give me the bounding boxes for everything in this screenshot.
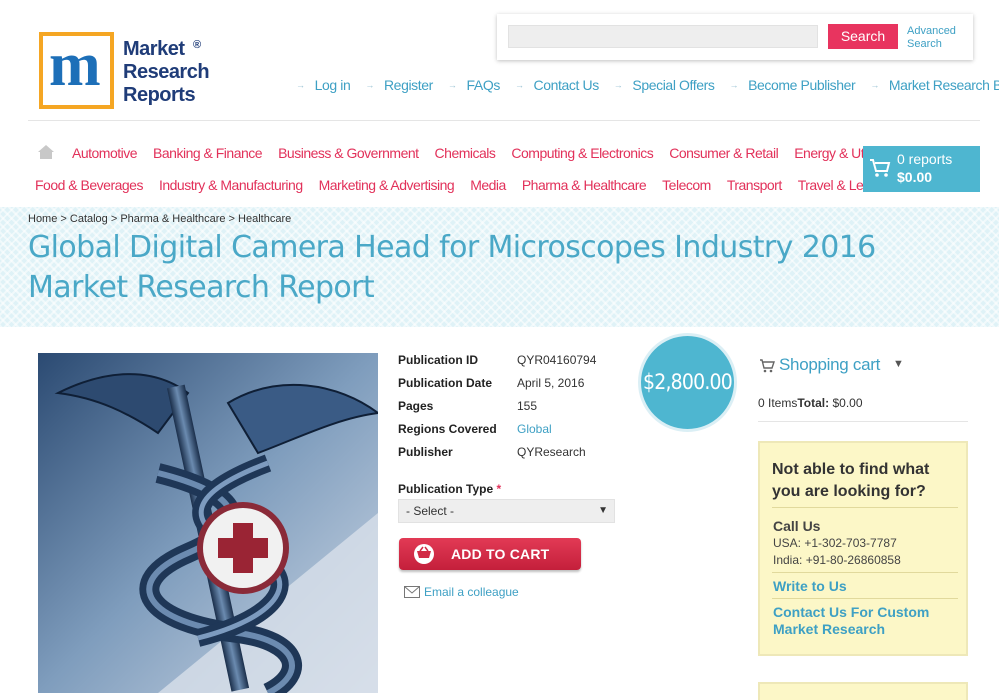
register-link[interactable]: Register	[365, 77, 433, 93]
site-logo[interactable]: m Market Research Reports ®	[39, 31, 219, 112]
advanced-search-link[interactable]: Advanced Search	[907, 25, 967, 51]
detail-label: Publisher	[398, 445, 453, 459]
category-nav-row1: Automotive Banking & Finance Business & …	[72, 145, 908, 161]
add-to-cart-button[interactable]: ADD TO CART	[399, 538, 581, 570]
nav-transport[interactable]: Transport	[727, 177, 782, 193]
logo-line3: Reports	[123, 84, 196, 106]
shopping-cart-icon	[760, 359, 775, 373]
search-button[interactable]: Search	[828, 24, 898, 49]
write-to-us-link[interactable]: Write to Us	[773, 578, 847, 595]
cart-icon	[870, 159, 891, 177]
help-divider	[772, 507, 958, 508]
page-title: Global Digital Camera Head for Microscop…	[28, 230, 876, 305]
special-offers-link[interactable]: Special Offers	[614, 77, 714, 93]
help-box: Not able to find what you are looking fo…	[758, 441, 968, 656]
cart-summary: 0 ItemsTotal: $0.00	[758, 396, 863, 410]
basket-icon	[414, 544, 434, 564]
detail-value: April 5, 2016	[517, 376, 585, 390]
search-input[interactable]	[508, 25, 818, 48]
nav-media[interactable]: Media	[470, 177, 506, 193]
add-to-cart-label: ADD TO CART	[451, 546, 550, 562]
breadcrumb[interactable]: Home > Catalog > Pharma & Healthcare > H…	[28, 213, 291, 225]
nav-telecom[interactable]: Telecom	[662, 177, 711, 193]
header-cart-button[interactable]: 0 reports $0.00	[863, 146, 980, 192]
nav-food-beverages[interactable]: Food & Beverages	[35, 177, 143, 193]
shopping-cart-title: Shopping cart	[779, 355, 881, 374]
detail-label: Pages	[398, 399, 434, 413]
cart-total-label: Total:	[797, 396, 830, 410]
publication-type-label: Publication Type *	[398, 482, 501, 496]
nav-marketing-advertising[interactable]: Marketing & Advertising	[319, 177, 455, 193]
nav-automotive[interactable]: Automotive	[72, 145, 138, 161]
nav-computing-electronics[interactable]: Computing & Electronics	[511, 145, 653, 161]
chevron-down-icon: ▼	[893, 358, 904, 370]
help-question: Not able to find what you are looking fo…	[772, 461, 930, 500]
header-divider	[28, 120, 980, 121]
category-nav-row2: Food & Beverages Industry & Manufacturin…	[35, 177, 907, 193]
detail-label: Publication ID	[398, 353, 479, 367]
india-phone: India: +91-80-26860858	[773, 553, 901, 567]
detail-label: Regions Covered	[398, 422, 497, 436]
cart-count: 0 reports	[897, 151, 953, 167]
envelope-icon	[404, 586, 420, 598]
product-image	[38, 353, 378, 693]
registered-mark: ®	[193, 39, 201, 51]
detail-value: QYResearch	[517, 445, 586, 459]
blog-link[interactable]: Market Research Blog	[870, 77, 999, 93]
required-mark: *	[496, 482, 502, 496]
cart-total-value: $0.00	[829, 396, 863, 410]
logo-letter: m	[49, 31, 101, 99]
search-panel: Search Advanced Search	[497, 14, 973, 60]
faqs-link[interactable]: FAQs	[448, 77, 501, 93]
detail-label: Publication Date	[398, 376, 493, 390]
help-divider	[772, 572, 958, 573]
sidebar-divider	[758, 421, 968, 422]
nav-pharma-healthcare[interactable]: Pharma & Healthcare	[522, 177, 647, 193]
become-publisher-link[interactable]: Become Publisher	[729, 77, 856, 93]
logo-mark: m	[39, 31, 114, 109]
contact-us-link[interactable]: Contact Us	[515, 77, 600, 93]
nav-industry-manufacturing[interactable]: Industry & Manufacturing	[159, 177, 303, 193]
login-link[interactable]: Log in	[296, 77, 351, 93]
detail-value: QYR04160794	[517, 353, 597, 367]
select-value: - Select -	[406, 504, 455, 518]
secondary-box	[758, 682, 968, 700]
logo-line2: Research	[123, 61, 210, 83]
publication-type-text: Publication Type	[398, 482, 494, 496]
nav-business-government[interactable]: Business & Government	[278, 145, 419, 161]
nav-banking-finance[interactable]: Banking & Finance	[153, 145, 263, 161]
email-colleague-label: Email a colleague	[424, 585, 519, 599]
cart-total: $0.00	[897, 169, 933, 185]
dropdown-arrow-icon: ▼	[598, 505, 608, 516]
region-link[interactable]: Global	[517, 422, 552, 436]
call-us-heading: Call Us	[773, 518, 821, 534]
logo-text: Market Research Reports ®	[123, 38, 210, 107]
detail-value: 155	[517, 399, 538, 413]
publication-type-select[interactable]: - Select - ▼	[398, 499, 615, 523]
top-links: Log in Register FAQs Contact Us Special …	[296, 77, 999, 93]
price-badge: $2,800.00	[638, 333, 737, 432]
home-icon[interactable]	[37, 144, 55, 160]
usa-phone: USA: +1-302-703-7787	[773, 536, 897, 550]
custom-research-link[interactable]: Contact Us For Custom Market Research	[773, 604, 953, 638]
cart-items: 0 Items	[758, 396, 798, 410]
nav-chemicals[interactable]: Chemicals	[435, 145, 496, 161]
help-divider	[772, 598, 958, 599]
nav-consumer-retail[interactable]: Consumer & Retail	[669, 145, 779, 161]
